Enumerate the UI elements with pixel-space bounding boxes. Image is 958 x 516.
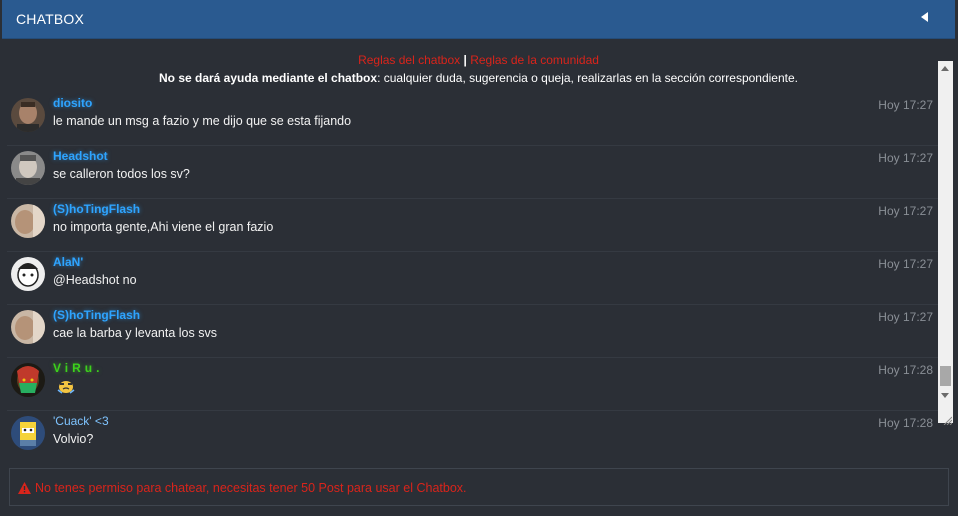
community-rules-link[interactable]: Reglas de la comunidad <box>470 53 599 67</box>
username[interactable]: 'Cuack' <3 <box>53 414 109 428</box>
avatar[interactable] <box>11 310 45 344</box>
message-time: Hoy 17:27 <box>878 98 933 112</box>
chat-message: diosito le mande un msg a fazio y me dij… <box>7 93 939 146</box>
username[interactable]: AlaN' <box>53 255 83 269</box>
permission-message: No tenes permiso para chatear, necesitas… <box>35 481 467 495</box>
username[interactable]: ViRu. <box>53 361 103 375</box>
avatar[interactable] <box>11 257 45 291</box>
chatbox-header: CHATBOX <box>2 0 955 39</box>
username[interactable]: (S)hoTingFlash <box>53 202 140 216</box>
message-text: no importa gente,Ahi viene el gran fazio <box>53 220 274 234</box>
chatbox-notice: No se dará ayuda mediante el chatbox: cu… <box>2 71 955 85</box>
scroll-up-arrow-icon[interactable] <box>941 66 949 71</box>
chat-message: 'Cuack' <3 Volvio? Hoy 17:28 <box>7 411 939 461</box>
permission-notice: No tenes permiso para chatear, necesitas… <box>9 468 949 506</box>
username[interactable]: (S)hoTingFlash <box>53 308 140 322</box>
avatar[interactable] <box>11 204 45 238</box>
chatbox-title: CHATBOX <box>16 11 85 27</box>
username[interactable]: Headshot <box>53 149 108 163</box>
avatar[interactable] <box>11 416 45 450</box>
rules-links: Reglas del chatbox | Reglas de la comuni… <box>2 53 955 67</box>
collapse-arrow-icon[interactable] <box>921 12 928 22</box>
chat-message: Headshot se calleron todos los sv? Hoy 1… <box>7 146 939 199</box>
message-text: @Headshot no <box>53 273 137 287</box>
message-text: se calleron todos los sv? <box>53 167 190 181</box>
rules-separator: | <box>463 53 467 67</box>
avatar[interactable] <box>11 151 45 185</box>
scroll-down-arrow-icon[interactable] <box>941 393 949 398</box>
notice-rest: : cualquier duda, sugerencia o queja, re… <box>377 71 798 85</box>
chat-message: (S)hoTingFlash no importa gente,Ahi vien… <box>7 199 939 252</box>
message-time: Hoy 17:28 <box>878 416 933 430</box>
notice-bold: No se dará ayuda mediante el chatbox <box>158 71 378 85</box>
message-time: Hoy 17:27 <box>878 151 933 165</box>
avatar[interactable] <box>11 363 45 397</box>
message-text: Volvio? <box>53 432 94 446</box>
message-time: Hoy 17:27 <box>878 310 933 324</box>
message-time: Hoy 17:28 <box>878 363 933 377</box>
chat-message: ViRu. Hoy 17:28 <box>7 358 939 411</box>
crying-emoji-icon <box>57 378 75 394</box>
message-list: diosito le mande un msg a fazio y me dij… <box>7 93 939 461</box>
chatbox-rules-link[interactable]: Reglas del chatbox <box>358 53 460 67</box>
scroll-thumb[interactable] <box>940 366 951 386</box>
message-text: cae la barba y levanta los svs <box>53 326 217 340</box>
message-text: le mande un msg a fazio y me dijo que se… <box>53 114 352 128</box>
chatbox-body: Reglas del chatbox | Reglas de la comuni… <box>2 39 955 516</box>
message-time: Hoy 17:27 <box>878 204 933 218</box>
message-scrollbar[interactable] <box>938 61 953 426</box>
username[interactable]: diosito <box>53 96 92 110</box>
resize-grip-icon[interactable] <box>942 412 953 426</box>
warning-icon <box>18 481 31 499</box>
chat-message: (S)hoTingFlash cae la barba y levanta lo… <box>7 305 939 358</box>
message-time: Hoy 17:27 <box>878 257 933 271</box>
avatar[interactable] <box>11 98 45 132</box>
chatbox-panel: CHATBOX Reglas del chatbox | Reglas de l… <box>0 0 958 516</box>
chat-message: AlaN' @Headshot no Hoy 17:27 <box>7 252 939 305</box>
